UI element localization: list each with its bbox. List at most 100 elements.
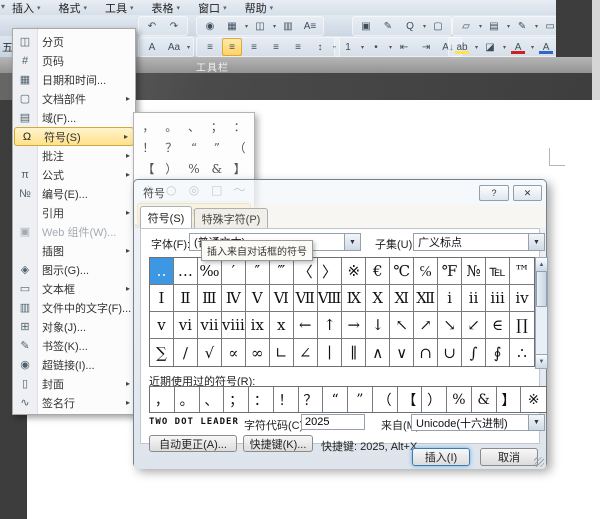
recent-symbol-cell[interactable]: “ xyxy=(323,387,348,412)
symbol-cell[interactable]: ‰ xyxy=(198,258,222,285)
symbol-cell[interactable]: Ⅴ xyxy=(246,285,270,312)
resize-grip[interactable] xyxy=(534,457,544,467)
shortcut-key-button[interactable]: 快捷键(K)... xyxy=(243,435,313,452)
cancel-button[interactable]: 取消 xyxy=(480,448,538,466)
symbol-cell[interactable]: ∝ xyxy=(222,339,246,366)
symbol-cell[interactable]: Ⅰ xyxy=(150,285,174,312)
symbol-cell[interactable]: ⅳ xyxy=(510,285,534,312)
recent-symbol-cell[interactable]: & xyxy=(205,158,228,179)
decrease-indent-icon[interactable]: ⇤ xyxy=(394,38,414,56)
symbol-cell[interactable]: ′ xyxy=(222,258,246,285)
increase-indent-icon[interactable]: ⇥ xyxy=(416,38,436,56)
symbol-cell[interactable]: ∨ xyxy=(390,339,414,366)
insert-menu-item-hyperlink[interactable]: ◉超链接(I)... xyxy=(13,355,135,374)
insert-menu-item-illustrations[interactable]: 插图▸ xyxy=(13,241,135,260)
symbol-cell[interactable]: ∑ xyxy=(150,339,174,366)
menubar-item-window[interactable]: 窗口▾ xyxy=(196,0,229,16)
insert-menu-item-reference[interactable]: 引用▸ xyxy=(13,203,135,222)
recent-symbol-cell[interactable]: 【 xyxy=(137,158,160,179)
symbol-cell[interactable]: Ⅹ xyxy=(366,285,390,312)
symbol-cell[interactable]: ↑ xyxy=(318,312,343,339)
symbol-cell[interactable]: ⅶ xyxy=(198,312,222,339)
recent-symbol-cell[interactable]: ！ xyxy=(137,137,160,158)
recent-symbol-cell[interactable]: ※ xyxy=(521,387,546,412)
insert-menu-item-text-box[interactable]: ▭文本框▸ xyxy=(13,279,135,298)
columns-icon[interactable]: ◫ xyxy=(250,17,270,35)
menubar-item-insert[interactable]: 插入▾ xyxy=(10,0,43,16)
insert-menu-item-signature-line[interactable]: ∿签名行▸ xyxy=(13,393,135,412)
recent-symbol-cell[interactable]: ， xyxy=(150,387,175,412)
recent-symbol-cell[interactable]: 。 xyxy=(175,387,200,412)
symbol-cell[interactable]: Ⅺ xyxy=(390,285,414,312)
recent-symbol-cell[interactable]: % xyxy=(183,158,206,179)
tab-symbols[interactable]: 符号(S) xyxy=(140,206,192,228)
symbol-cell[interactable]: ↙ xyxy=(462,312,486,339)
scrollbar[interactable]: ▲ ▼ xyxy=(535,257,548,369)
menubar-item-table[interactable]: 表格▾ xyxy=(150,0,183,16)
recent-symbol-cell[interactable]: % xyxy=(447,387,472,412)
web-preview-icon[interactable]: ◉ xyxy=(200,17,220,35)
chevron-down-icon[interactable]: ▾ xyxy=(507,23,510,30)
chevron-down-icon[interactable]: ▼ xyxy=(528,415,544,430)
recent-symbol-cell[interactable]: & xyxy=(472,387,497,412)
recent-symbol-cell[interactable]: ； xyxy=(224,387,249,412)
insert-menu-item-text-from-file[interactable]: ▥文件中的文字(F)... xyxy=(13,298,135,317)
symbol-cell[interactable]: ∥ xyxy=(342,339,366,366)
symbol-cell[interactable]: ‴ xyxy=(270,258,294,285)
charcode-input[interactable] xyxy=(301,414,365,430)
numbered-list-icon[interactable]: 1 xyxy=(338,38,358,56)
recent-symbol-cell[interactable]: （ xyxy=(228,137,251,158)
scroll-down-icon[interactable]: ▼ xyxy=(536,354,547,368)
symbol-cell[interactable]: ″ xyxy=(246,258,270,285)
symbol-cell[interactable]: → xyxy=(342,312,366,339)
symbol-cell[interactable]: ℃ xyxy=(390,258,414,285)
symbol-cell[interactable]: ∈ xyxy=(486,312,510,339)
insert-menu-item-symbol[interactable]: Ω符号(S)▸ xyxy=(14,127,134,146)
insert-menu-item-document-parts[interactable]: ▢文档部件▸ xyxy=(13,89,135,108)
align-left-icon[interactable]: ≡ xyxy=(200,38,220,56)
symbol-cell[interactable]: ∕ xyxy=(174,339,198,366)
tab-special-characters[interactable]: 特殊字符(P) xyxy=(194,208,268,228)
symbol-cell[interactable]: ∩ xyxy=(414,339,438,366)
recent-symbol-cell[interactable]: 】 xyxy=(497,387,522,412)
chevron-down-icon[interactable]: ▼ xyxy=(344,234,360,250)
view-gridlines-icon[interactable]: ▥ xyxy=(278,17,298,35)
chevron-down-icon[interactable]: ▾ xyxy=(535,23,538,30)
recent-symbol-cell[interactable]: ” xyxy=(205,137,228,158)
bullet-list-icon[interactable]: • xyxy=(366,38,386,56)
chevron-down-icon[interactable]: ▾ xyxy=(273,23,276,30)
picture-icon[interactable]: ▣ xyxy=(356,17,376,35)
insert-menu-item-bookmark[interactable]: ✎书签(K)... xyxy=(13,336,135,355)
menubar-item-tools[interactable]: 工具▾ xyxy=(103,0,136,16)
symbol-cell[interactable]: ‥ xyxy=(150,258,174,285)
symbol-cell[interactable]: ∞ xyxy=(246,339,270,366)
insert-menu-item-page-break[interactable]: ◫分页 xyxy=(13,32,135,51)
symbol-cell[interactable]: ⅴ xyxy=(150,312,174,339)
symbol-cell[interactable]: ™ xyxy=(510,258,534,285)
scroll-up-icon[interactable]: ▲ xyxy=(536,258,547,272)
styles-icon[interactable]: A≡ xyxy=(300,17,320,35)
insert-button[interactable]: 插入(I) xyxy=(412,448,470,466)
menubar-item-help[interactable]: 帮助▾ xyxy=(243,0,276,16)
symbol-cell[interactable]: ⅲ xyxy=(486,285,510,312)
close-icon[interactable]: ✕ xyxy=(513,185,542,201)
symbol-cell[interactable]: 〈 xyxy=(294,258,318,285)
symbol-cell[interactable]: Ⅲ xyxy=(198,285,222,312)
symbol-cell[interactable]: Ⅳ xyxy=(222,285,246,312)
font-icon[interactable]: A xyxy=(142,38,162,56)
menu-overflow-icon[interactable]: ▾ xyxy=(1,2,5,11)
help-button[interactable]: ? xyxy=(479,185,509,201)
symbol-cell[interactable]: ∧ xyxy=(366,339,390,366)
symbol-cell[interactable]: ⅵ xyxy=(174,312,198,339)
recent-symbol-cell[interactable]: 。 xyxy=(160,116,183,137)
symbol-cell[interactable]: Ⅶ xyxy=(294,285,318,312)
recent-symbol-cell[interactable]: ？ xyxy=(160,137,183,158)
chevron-down-icon[interactable]: ▾ xyxy=(245,23,248,30)
insert-menu-item-diagram[interactable]: ◈图示(G)... xyxy=(13,260,135,279)
symbol-cell[interactable]: ↓ xyxy=(366,312,390,339)
symbol-cell[interactable]: № xyxy=(462,258,486,285)
recent-symbol-cell[interactable]: （ xyxy=(373,387,398,412)
recent-symbol-cell[interactable]: ： xyxy=(228,116,251,137)
chevron-down-icon[interactable]: ▾ xyxy=(475,44,478,51)
justify-icon[interactable]: ≡ xyxy=(266,38,286,56)
